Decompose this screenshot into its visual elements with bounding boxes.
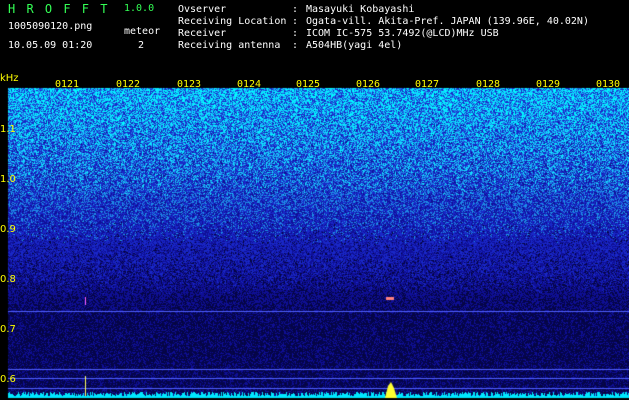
x-tick-label: 0129 <box>536 79 561 90</box>
station-key-location: Receiving Location <box>178 16 287 27</box>
y-tick-label: 0.9 <box>0 224 16 235</box>
station-key-antenna: Receiving antenna <box>178 40 281 51</box>
x-tick-label: 0126 <box>356 79 381 90</box>
spectrogram-canvas <box>0 0 629 400</box>
station-value-antenna: A504HB(yagi 4el) <box>306 40 403 51</box>
y-tick-label: 0.8 <box>0 274 16 285</box>
y-tick-label: 1.1 <box>0 124 16 135</box>
station-value-observer: Masayuki Kobayashi <box>306 4 415 15</box>
station-sep: : <box>292 40 299 51</box>
meteor-count: 2 <box>138 40 145 51</box>
station-key-receiver: Receiver <box>178 28 227 39</box>
app-title: H R O F F T <box>8 2 110 16</box>
station-sep: : <box>292 28 299 39</box>
file-datetime: 10.05.09 01:20 <box>8 40 93 51</box>
meteor-label: meteor <box>124 26 161 37</box>
x-tick-label: 0122 <box>116 79 141 90</box>
x-tick-label: 0127 <box>415 79 440 90</box>
x-tick-label: 0125 <box>296 79 321 90</box>
y-axis-unit: kHz <box>0 73 19 84</box>
station-value-location: Ogata-vill. Akita-Pref. JAPAN (139.96E, … <box>306 16 589 27</box>
station-sep: : <box>292 16 299 27</box>
y-tick-label: 1.0 <box>0 174 16 185</box>
app-version: 1.0.0 <box>124 3 155 14</box>
station-key-observer: Ovserver <box>178 4 227 15</box>
station-sep: : <box>292 4 299 15</box>
x-tick-label: 0124 <box>237 79 262 90</box>
y-tick-label: 0.7 <box>0 324 16 335</box>
x-tick-label: 0128 <box>476 79 501 90</box>
file-name: 1005090120.png <box>8 21 93 32</box>
x-tick-label: 0123 <box>177 79 202 90</box>
y-tick-label: 0.6 <box>0 374 16 385</box>
x-tick-label: 0130 <box>596 79 621 90</box>
station-value-receiver: ICOM IC-575 53.7492(@LCD)MHz USB <box>306 28 499 39</box>
x-tick-label: 0121 <box>55 79 80 90</box>
